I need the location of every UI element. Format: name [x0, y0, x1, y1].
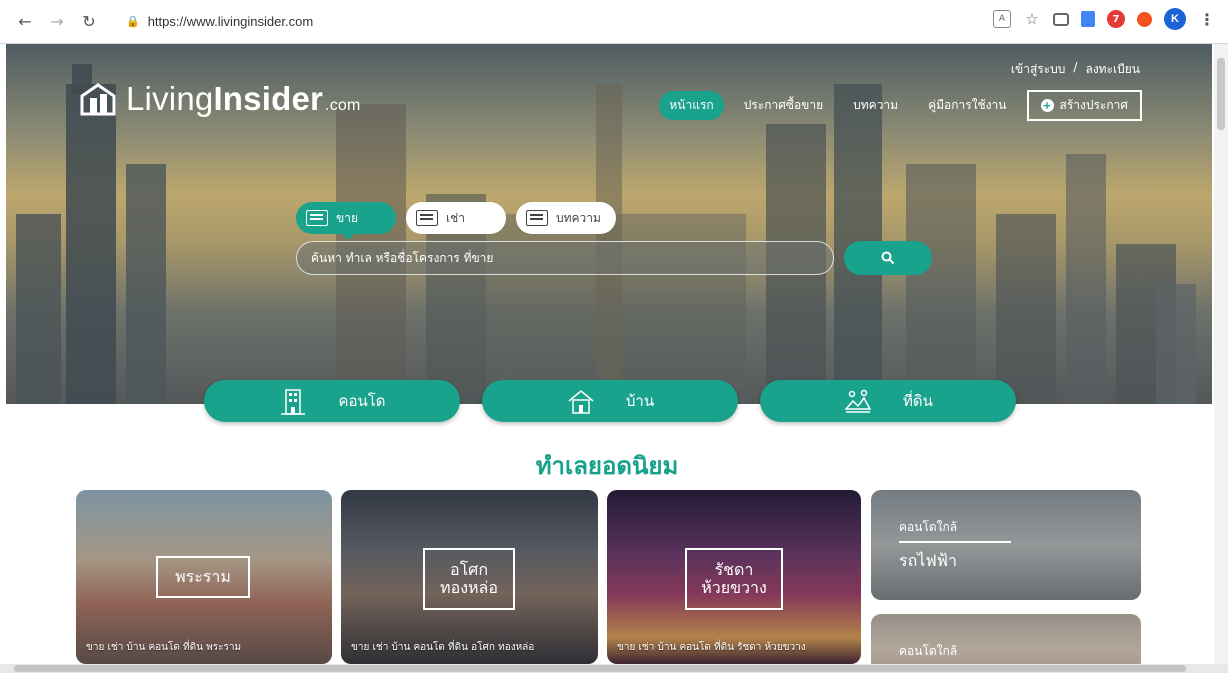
browser-extension-icons: A ☆ 7 K ⋮ [993, 8, 1216, 30]
create-listing-label: สร้างประกาศ [1059, 98, 1129, 112]
location-card-ratchada[interactable]: รัชดา ห้วยขวาง ขาย เช่า บ้าน คอนโด ที่ดิ… [607, 490, 861, 664]
location-card-caption: ขาย เช่า บ้าน คอนโด ที่ดิน พระราม [86, 641, 242, 653]
docs-extension-icon[interactable] [1081, 11, 1095, 27]
location-card-caption: ขาย เช่า บ้าน คอนโด ที่ดิน อโศก ทองหล่อ [351, 641, 535, 653]
tab-rent[interactable]: เช่า [406, 202, 506, 234]
site-name-bold: Insider [213, 80, 324, 117]
nav-articles[interactable]: บทความ [843, 91, 908, 120]
extension-circle-icon[interactable] [1137, 11, 1152, 27]
forward-arrow-icon[interactable]: → [44, 9, 70, 35]
location-card-caption: ขาย เช่า บ้าน คอนโด ที่ดิน รัชดา ห้วยขวา… [617, 641, 806, 653]
tab-article[interactable]: บทความ [516, 202, 616, 234]
vertical-scrollbar[interactable] [1214, 44, 1228, 664]
site-name-suffix: .com [325, 97, 361, 114]
browser-menu-icon[interactable]: ⋮ [1198, 10, 1216, 29]
back-arrow-icon[interactable]: ← [12, 9, 38, 35]
nav-home[interactable]: หน้าแรก [659, 91, 724, 120]
extension-badge-icon[interactable]: 7 [1107, 10, 1125, 28]
sale-listing-icon [306, 210, 328, 226]
location-card-asok-thonglor[interactable]: อโศก ทองหล่อ ขาย เช่า บ้าน คอนโด ที่ดิน … [341, 490, 598, 664]
hero-banner: LivingInsider .com เข้าสู่ระบบ / ลงทะเบีย… [6, 44, 1212, 404]
near-label-big: รถไฟฟ้า [899, 551, 957, 570]
condo-building-icon [281, 389, 306, 415]
location-card-rama[interactable]: พระราม ขาย เช่า บ้าน คอนโด ที่ดิน พระราม [76, 490, 332, 664]
translate-icon[interactable]: A [993, 10, 1011, 28]
tab-rent-label: เช่า [446, 210, 465, 225]
lock-icon: 🔒 [126, 16, 140, 28]
nav-guide[interactable]: คู่มือการใช้งาน [918, 91, 1016, 120]
horizontal-scrollbar-thumb[interactable] [14, 665, 1186, 672]
nav-listings[interactable]: ประกาศซื้อขาย [734, 91, 833, 120]
cast-icon[interactable] [1053, 12, 1069, 26]
search-input[interactable]: ค้นหา ทำเล หรือชื่อโครงการ ที่ขาย [296, 241, 834, 275]
location-card-title: รัชดา ห้วยขวาง [685, 548, 783, 610]
login-link[interactable]: เข้าสู่ระบบ [1011, 60, 1066, 79]
auth-links: เข้าสู่ระบบ / ลงทะเบียน [1011, 60, 1140, 79]
create-listing-button[interactable]: + สร้างประกาศ [1026, 90, 1142, 121]
site-logo[interactable]: LivingInsider .com [78, 80, 361, 118]
profile-avatar[interactable]: K [1164, 8, 1186, 30]
address-bar[interactable]: 🔒 https://www.livinginsider.com [116, 8, 323, 36]
near-label-small: คอนโดใกล้ [899, 644, 958, 658]
search-type-tabs: ขาย เช่า บทความ [296, 202, 616, 240]
location-card-title: พระราม [156, 556, 250, 598]
location-card-title-line: พระราม [175, 566, 231, 586]
bookmark-star-icon[interactable]: ☆ [1023, 10, 1041, 28]
main-navigation: หน้าแรก ประกาศซื้อขาย บทความ คู่มือการใช… [659, 90, 1142, 121]
address-url: https://www.livinginsider.com [147, 14, 314, 29]
reload-icon[interactable]: ↻ [76, 9, 102, 35]
browser-toolbar: ← → ↻ 🔒 https://www.livinginsider.com A … [0, 0, 1228, 44]
search-button[interactable] [844, 241, 932, 275]
category-house-button[interactable]: บ้าน [482, 380, 738, 422]
category-house-label: บ้าน [625, 392, 655, 410]
near-label-small: คอนโดใกล้ [899, 520, 958, 534]
category-land-button[interactable]: ที่ดิน [760, 380, 1016, 422]
vertical-scrollbar-thumb[interactable] [1217, 58, 1225, 130]
search-placeholder: ค้นหา ทำเล หรือชื่อโครงการ ที่ขาย [311, 250, 494, 265]
horizontal-scrollbar[interactable] [0, 664, 1228, 673]
tab-sale-label: ขาย [336, 210, 358, 225]
category-condo-button[interactable]: คอนโด [204, 380, 460, 422]
near-label: คอนโดใกล้ [899, 642, 957, 661]
tab-sale[interactable]: ขาย [296, 202, 396, 240]
near-label-divider [899, 541, 1011, 543]
auth-separator: / [1073, 60, 1078, 74]
logo-house-icon [80, 83, 116, 116]
location-card-title-line: อโศก [449, 559, 489, 579]
location-card-title: อโศก ทองหล่อ [423, 548, 515, 610]
house-icon [568, 390, 594, 414]
category-land-label: ที่ดิน [903, 392, 933, 410]
location-card-title-line: ห้วยขวาง [701, 578, 767, 597]
popular-locations-title: ทำเลยอดนิยม [535, 452, 679, 480]
land-icon [844, 389, 872, 413]
tab-article-label: บทความ [556, 210, 601, 225]
site-name: LivingInsider .com [126, 80, 361, 118]
search-icon [881, 251, 895, 265]
location-card-title-line: ทองหล่อ [440, 578, 498, 597]
condo-near-skytrain-card[interactable]: คอนโดใกล้ รถไฟฟ้า [871, 490, 1141, 600]
site-name-light: Living [126, 80, 214, 117]
plus-circle-icon: + [1040, 99, 1054, 112]
rent-listing-icon [416, 210, 438, 226]
near-label: คอนโดใกล้ รถไฟฟ้า [899, 518, 1011, 574]
location-card-title-line: รัชดา [714, 559, 754, 579]
article-icon [526, 210, 548, 226]
register-link[interactable]: ลงทะเบียน [1085, 60, 1140, 79]
category-condo-label: คอนโด [338, 392, 386, 410]
